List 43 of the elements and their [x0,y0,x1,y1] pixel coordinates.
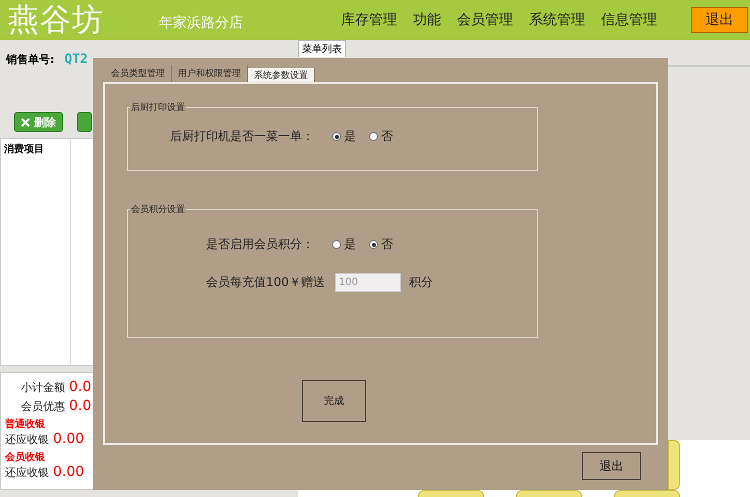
section-heading: 会员收银 [5,450,46,464]
menu-item[interactable]: 系统管理 [529,11,585,29]
menu-item[interactable]: 功能 [413,11,441,29]
order-number-label: 销售单号: [6,52,54,66]
key-button[interactable] [668,440,680,490]
setting-label: 是否启用会员积分： [206,236,314,253]
radio-button[interactable] [369,132,378,141]
option-label[interactable]: 否 [381,236,393,253]
option-label[interactable]: 是 [344,128,356,145]
summary-label: 还应收银 [5,465,49,480]
summary-label: 会员优惠 [20,399,65,414]
summary-value: 0.0 [69,398,92,414]
done-button[interactable]: 完成 [302,380,366,422]
order-number: QT2 [64,52,88,66]
dialog-tab[interactable]: 系统参数设置 [248,68,315,82]
column-header: 消费项目 [1,139,71,365]
radio-button[interactable] [369,240,378,249]
menu-item[interactable]: 信息管理 [601,11,657,29]
setting-label: 会员每充值100￥赠送 [206,274,325,291]
summary-value: 0.00 [53,464,84,480]
cross-icon [21,118,30,126]
exit-button[interactable]: 退出 [582,452,641,480]
menu-list-tab[interactable]: 菜单列表 [298,40,346,57]
add-button[interactable] [77,112,92,132]
logout-button[interactable]: 退出 [691,7,748,33]
dialog-tab[interactable]: 会员类型管理 [105,65,172,82]
menu-item[interactable]: 会员管理 [457,11,513,29]
summary-value: 0.0 [69,379,92,395]
section-heading: 普通收银 [5,417,46,431]
summary-label: 还应收银 [5,432,49,447]
group-title: 会员积分设置 [130,204,186,216]
option-label[interactable]: 否 [381,128,393,145]
branch-name: 年家浜路分店 [159,14,243,32]
summary-value: 0.00 [53,431,84,447]
radio-button[interactable] [332,132,341,141]
option-label[interactable]: 是 [344,236,356,253]
setting-label: 后厨打印机是否一菜一单： [170,128,314,145]
menu-item[interactable]: 库存管理 [341,11,397,29]
unit-label: 积分 [408,274,433,291]
logo: 燕谷坊 [8,1,104,40]
summary-label: 小计金额 [20,380,65,395]
radio-button[interactable] [332,240,341,249]
group-title: 后厨打印设置 [130,102,186,114]
